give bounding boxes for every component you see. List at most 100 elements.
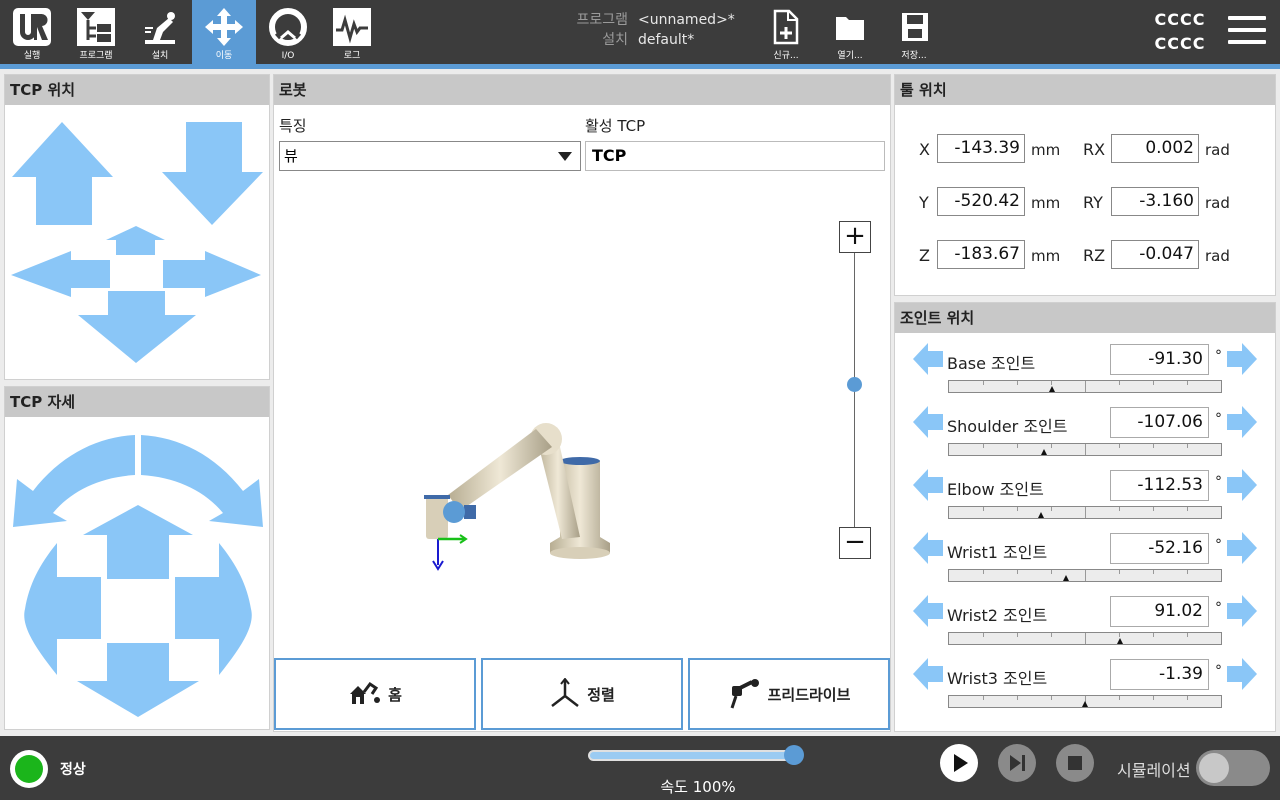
tcp-down-arrow[interactable] [162, 122, 263, 225]
new-file-button[interactable]: 신규... [756, 6, 816, 61]
joint-limit-slider [948, 695, 1222, 708]
tcp-orientation-title: TCP 자세 [5, 387, 269, 417]
step-icon [1010, 755, 1025, 771]
joint-value-field[interactable]: -112.53 [1110, 470, 1209, 501]
rotate-cw-arrow[interactable] [141, 435, 263, 527]
robot-panel: 로봇 특징 뷰 활성 TCP TCP + − [273, 74, 891, 732]
joint-name: Base 조인트 [947, 354, 1036, 373]
zoom-in-button[interactable]: + [839, 221, 871, 253]
jog-minus-arrow-icon[interactable] [911, 342, 945, 376]
step-button[interactable] [998, 744, 1036, 782]
zoom-out-button[interactable]: − [839, 527, 871, 559]
joint-position-marker [1117, 638, 1123, 644]
program-name: <unnamed>* [638, 12, 735, 28]
robot-3d-view[interactable] [414, 375, 674, 615]
status-indicator-icon[interactable] [10, 750, 48, 788]
jog-minus-arrow-icon[interactable] [911, 657, 945, 691]
freedrive-button[interactable]: 프리드라이브 [688, 658, 890, 730]
joint-position-panel: 조인트 위치 Base 조인트 -91.30 ° Shoulder 조인트 -107.0… [894, 302, 1276, 732]
joint-row: Elbow 조인트 -112.53 ° [895, 468, 1275, 528]
joint-row: Shoulder 조인트 -107.06 ° [895, 405, 1275, 465]
save-disk-icon [902, 13, 928, 41]
nav-program[interactable]: 프로그램 [64, 0, 128, 64]
joint-name: Wrist2 조인트 [947, 606, 1048, 625]
robot-name-line1: CCCC [1154, 10, 1206, 29]
speed-label: 속도 100% [660, 778, 736, 796]
robot-install-icon [145, 12, 175, 44]
jog-plus-arrow-icon[interactable] [1225, 657, 1259, 691]
joint-position-title: 조인트 위치 [895, 303, 1275, 333]
top-bar: 실행 프로그램 설치 이동 I/O 로그 프로그램 <unnamed>* 설치 … [0, 0, 1280, 64]
joint-value-field[interactable]: -1.39 [1110, 659, 1209, 690]
nav-log[interactable]: 로그 [320, 0, 384, 64]
play-button[interactable] [940, 744, 978, 782]
speed-slider-thumb[interactable] [784, 745, 804, 765]
save-file-button[interactable]: 저장... [884, 6, 944, 61]
stop-icon [1068, 756, 1082, 770]
tcp-left-arrow[interactable] [11, 251, 110, 297]
tool-rz-field[interactable]: -0.047 [1111, 240, 1199, 269]
nav-install[interactable]: 설치 [128, 0, 192, 64]
joint-position-marker [1082, 701, 1088, 707]
joint-row: Wrist2 조인트 91.02 ° [895, 594, 1275, 654]
tool-y-field[interactable]: -520.42 [937, 187, 1025, 216]
simulation-toggle[interactable] [1196, 750, 1270, 786]
tilt-down-arrow[interactable] [77, 643, 199, 717]
joint-value-field[interactable]: -52.16 [1110, 533, 1209, 564]
speed-slider[interactable] [588, 750, 802, 761]
nav-io[interactable]: I/O [256, 0, 320, 64]
nav-run[interactable]: 실행 [0, 0, 64, 64]
align-axes-icon [551, 678, 579, 707]
joint-value-field[interactable]: -107.06 [1110, 407, 1209, 438]
jog-plus-arrow-icon[interactable] [1225, 405, 1259, 439]
zoom-slider-thumb[interactable] [847, 377, 862, 392]
tilt-right-arrow[interactable] [175, 543, 252, 675]
accent-line [0, 64, 1280, 69]
tcp-right-arrow[interactable] [163, 251, 261, 297]
active-tcp-label: 활성 TCP [585, 117, 646, 135]
hamburger-menu-icon[interactable] [1228, 16, 1266, 48]
rotate-ccw-arrow[interactable] [13, 435, 135, 527]
home-button[interactable]: 홈 [274, 658, 476, 730]
freedrive-icon [730, 679, 759, 709]
tcp-position-title: TCP 위치 [5, 75, 269, 105]
open-file-button[interactable]: 열기... [820, 6, 880, 61]
joint-limit-slider [948, 632, 1222, 645]
chevron-down-icon [558, 152, 572, 161]
jog-minus-arrow-icon[interactable] [911, 468, 945, 502]
jog-plus-arrow-icon[interactable] [1225, 594, 1259, 628]
tilt-up-arrow[interactable] [83, 505, 193, 579]
stop-button[interactable] [1056, 744, 1094, 782]
tool-z-field[interactable]: -183.67 [937, 240, 1025, 269]
jog-minus-arrow-icon[interactable] [911, 594, 945, 628]
jog-plus-arrow-icon[interactable] [1225, 531, 1259, 565]
joint-position-marker [1038, 512, 1044, 518]
align-button[interactable]: 정렬 [481, 658, 683, 730]
joint-value-field[interactable]: 91.02 [1110, 596, 1209, 627]
tcp-forward-arrow[interactable] [106, 226, 165, 255]
home-robot-icon [350, 681, 381, 704]
nav-move[interactable]: 이동 [192, 0, 256, 64]
tilt-left-arrow[interactable] [24, 543, 101, 675]
tool-position-panel: 툴 위치 X -143.39 mm RX 0.002 rad Y -520.42… [894, 74, 1276, 296]
status-label: 정상 [60, 762, 86, 778]
jog-minus-arrow-icon[interactable] [911, 405, 945, 439]
joint-limit-slider [948, 443, 1222, 456]
tcp-up-arrow[interactable] [12, 122, 113, 225]
tool-rx-field[interactable]: 0.002 [1111, 134, 1199, 163]
tool-x-field[interactable]: -143.39 [937, 134, 1025, 163]
tcp-back-arrow[interactable] [78, 291, 196, 363]
joint-value-field[interactable]: -91.30 [1110, 344, 1209, 375]
feature-dropdown[interactable]: 뷰 [279, 141, 581, 171]
ur-logo-icon [13, 8, 51, 46]
jog-minus-arrow-icon[interactable] [911, 531, 945, 565]
joint-row: Wrist1 조인트 -52.16 ° [895, 531, 1275, 591]
new-file-icon [773, 9, 799, 45]
joint-row: Wrist3 조인트 -1.39 ° [895, 657, 1275, 717]
active-tcp-field: TCP [585, 141, 885, 171]
io-icon [269, 8, 307, 46]
jog-plus-arrow-icon[interactable] [1225, 468, 1259, 502]
tool-ry-field[interactable]: -3.160 [1111, 187, 1199, 216]
jog-plus-arrow-icon[interactable] [1225, 342, 1259, 376]
simulation-label: 시뮬레이션 [1117, 761, 1191, 780]
